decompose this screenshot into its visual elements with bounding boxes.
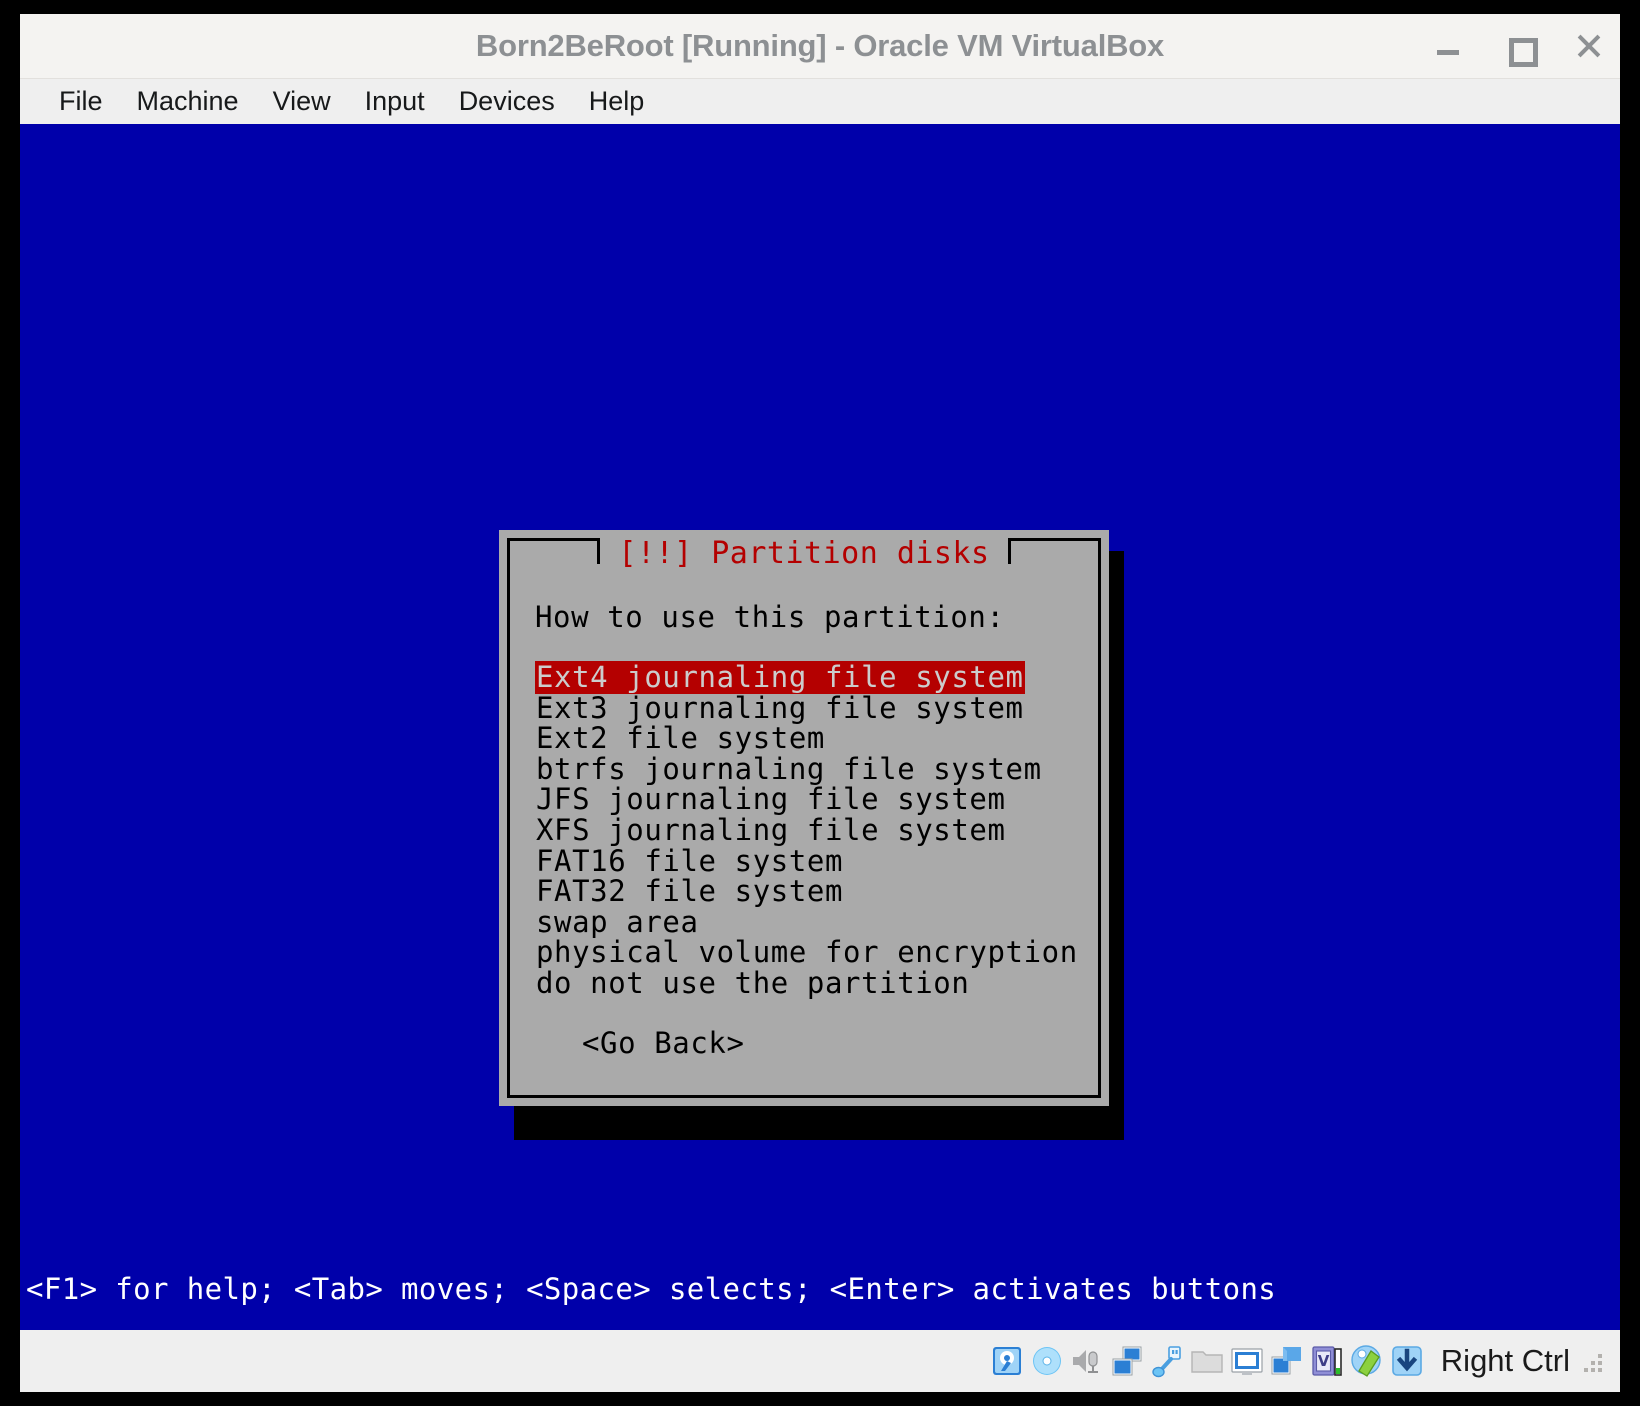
option-swap-area[interactable]: swap area xyxy=(535,906,700,939)
window-controls xyxy=(1434,14,1602,78)
dialog-inner-frame: [!!] Partition disks How to use this par… xyxy=(507,536,1102,1098)
dialog-buttons: <Go Back> xyxy=(535,1026,1098,1060)
partition-disks-dialog: [!!] Partition disks How to use this par… xyxy=(499,530,1109,1106)
window-title: Born2BeRoot [Running] - Oracle VM Virtua… xyxy=(475,28,1165,63)
menu-item-file[interactable]: File xyxy=(42,84,120,119)
option-btrfs[interactable]: btrfs journaling file system xyxy=(535,753,1043,786)
host-key-icon[interactable] xyxy=(1389,1343,1425,1379)
title-rule-left xyxy=(507,538,601,564)
option-do-not-use[interactable]: do not use the partition xyxy=(535,967,970,1000)
mouse-integration-icon[interactable] xyxy=(1349,1343,1385,1379)
list-item[interactable]: Ext2 file system xyxy=(535,722,1098,753)
virtualbox-window: Born2BeRoot [Running] - Oracle VM Virtua… xyxy=(20,14,1620,1392)
menu-item-machine[interactable]: Machine xyxy=(120,84,256,119)
partition-usage-option-list: Ext4 journaling file system Ext3 journal… xyxy=(535,661,1098,998)
menu-item-help[interactable]: Help xyxy=(572,84,662,119)
vm-guest-screen[interactable]: [!!] Partition disks How to use this par… xyxy=(20,124,1620,1330)
list-item[interactable]: Ext3 journaling file system xyxy=(535,692,1098,725)
option-fat32[interactable]: FAT32 file system xyxy=(535,875,844,908)
option-ext2[interactable]: Ext2 file system xyxy=(535,722,826,755)
option-xfs[interactable]: XFS journaling file system xyxy=(535,814,1007,847)
virtual-machine-icon[interactable]: V xyxy=(1309,1343,1345,1379)
usb-icon[interactable] xyxy=(1149,1343,1185,1379)
list-item[interactable]: swap area xyxy=(535,906,1098,937)
option-fat16[interactable]: FAT16 file system xyxy=(535,845,844,878)
minimize-icon[interactable] xyxy=(1434,32,1462,60)
dialog-prompt: How to use this partition: xyxy=(535,600,1005,634)
shared-folders-icon[interactable] xyxy=(1189,1343,1225,1379)
title-rule-right xyxy=(1007,538,1102,564)
dialog-body: How to use this partition: Ext4 journali… xyxy=(510,574,1098,1095)
desktop-background: Born2BeRoot [Running] - Oracle VM Virtua… xyxy=(0,0,1640,1406)
display-icon[interactable] xyxy=(1229,1343,1265,1379)
dialog-title: [!!] Partition disks xyxy=(618,536,990,571)
list-item[interactable]: FAT32 file system xyxy=(535,875,1098,906)
go-back-button[interactable]: <Go Back> xyxy=(582,1026,745,1060)
dialog-titlebar: [!!] Partition disks xyxy=(507,536,1102,574)
video-capture-icon[interactable] xyxy=(1269,1343,1305,1379)
vm-statusbar: V Right Ctrl xyxy=(20,1330,1620,1392)
close-icon[interactable] xyxy=(1574,32,1602,60)
audio-icon[interactable] xyxy=(1069,1343,1105,1379)
optical-disk-icon[interactable] xyxy=(1029,1343,1065,1379)
list-item[interactable]: XFS journaling file system xyxy=(535,814,1098,845)
menubar: File Machine View Input Devices Help xyxy=(20,78,1620,124)
window-titlebar[interactable]: Born2BeRoot [Running] - Oracle VM Virtua… xyxy=(20,14,1620,78)
option-ext4[interactable]: Ext4 journaling file system xyxy=(535,661,1025,694)
list-item[interactable]: physical volume for encryption xyxy=(535,936,1098,967)
menu-item-input[interactable]: Input xyxy=(348,84,442,119)
maximize-icon[interactable] xyxy=(1504,32,1538,67)
menu-item-devices[interactable]: Devices xyxy=(442,84,572,119)
list-item[interactable]: btrfs journaling file system xyxy=(535,753,1098,784)
list-item[interactable]: FAT16 file system xyxy=(535,845,1098,878)
network-icon[interactable] xyxy=(1109,1343,1145,1379)
list-item[interactable]: do not use the partition xyxy=(535,967,1098,998)
option-ext3[interactable]: Ext3 journaling file system xyxy=(535,692,1025,725)
installer-help-line: <F1> for help; <Tab> moves; <Space> sele… xyxy=(26,1272,1277,1306)
svg-text:V: V xyxy=(1317,1352,1329,1370)
host-key-label: Right Ctrl xyxy=(1440,1343,1570,1378)
list-item[interactable]: JFS journaling file system xyxy=(535,783,1098,814)
menu-item-view[interactable]: View xyxy=(256,84,348,119)
hard-disk-icon[interactable] xyxy=(989,1343,1025,1379)
option-physical-volume-encryption[interactable]: physical volume for encryption xyxy=(535,936,1079,969)
resize-grip[interactable] xyxy=(1584,1350,1606,1372)
list-item[interactable]: Ext4 journaling file system xyxy=(535,661,1098,694)
option-jfs[interactable]: JFS journaling file system xyxy=(535,783,1007,816)
